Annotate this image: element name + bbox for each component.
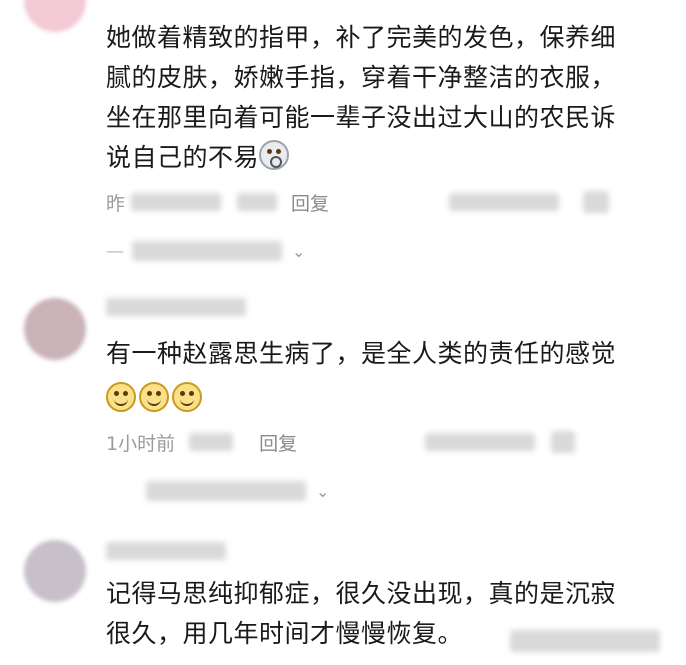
- smiling-face-icon: [106, 382, 136, 412]
- comment-line: 她做着精致的指甲，补了完美的发色，保养细: [106, 23, 617, 52]
- smiling-face-icon: [172, 382, 202, 412]
- blurred-text: [146, 481, 306, 501]
- comment-line: 说自己的不易: [106, 138, 666, 178]
- like-icon[interactable]: [583, 191, 610, 213]
- scared-face-icon: [259, 140, 290, 170]
- emoji-row: [106, 380, 666, 420]
- comment-line-text: 说自己的不易: [106, 143, 260, 172]
- view-replies[interactable]: ⌄: [106, 476, 329, 506]
- avatar[interactable]: [24, 540, 86, 602]
- comment-meta: 1小时前 回复: [106, 427, 576, 457]
- comment-line: 记得马思纯抑郁症，很久没出现，真的是沉寂: [106, 579, 617, 608]
- blurred-text: [132, 241, 282, 261]
- blurred-username: [106, 542, 226, 560]
- blurred-text: [189, 433, 234, 451]
- chevron-down-icon: ⌄: [316, 481, 330, 501]
- comment-line: 腻的皮肤，娇嫩手指，穿着干净整洁的衣服，: [106, 63, 617, 92]
- view-replies[interactable]: — ⌄: [106, 236, 305, 266]
- blurred-text: [131, 193, 222, 211]
- blurred-watermark: [510, 630, 660, 652]
- avatar[interactable]: [24, 0, 86, 32]
- reply-button[interactable]: 回复: [291, 189, 329, 216]
- blurred-text: [237, 193, 278, 211]
- blurred-username: [106, 298, 246, 316]
- comment-line: 坐在那里向着可能一辈子没出过大山的农民诉: [106, 103, 617, 132]
- comment-line: 有一种赵露思生病了，是全人类的责任的感觉: [106, 339, 617, 368]
- chevron-down-icon: ⌄: [292, 241, 306, 261]
- avatar[interactable]: [24, 298, 86, 360]
- blurred-text: [449, 193, 560, 211]
- blurred-text: [425, 433, 536, 451]
- timestamp: 1小时前: [106, 432, 176, 455]
- comment-text: 有一种赵露思生病了，是全人类的责任的感觉: [106, 334, 666, 420]
- timestamp: 昨: [106, 192, 126, 215]
- comment-meta: 昨 回复: [106, 187, 610, 217]
- like-icon[interactable]: [551, 431, 576, 453]
- reply-dash: —: [106, 240, 124, 262]
- reply-button[interactable]: 回复: [259, 429, 297, 456]
- comment-text: 她做着精致的指甲，补了完美的发色，保养细 腻的皮肤，娇嫩手指，穿着干净整洁的衣服…: [106, 18, 666, 178]
- smiling-face-icon: [139, 382, 169, 412]
